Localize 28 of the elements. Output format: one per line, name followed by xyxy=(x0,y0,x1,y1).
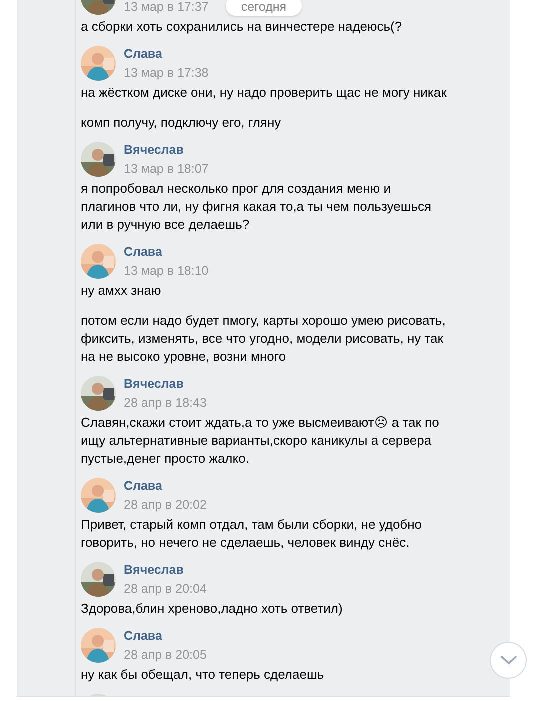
message-text: комп получу, подключу его, гляну xyxy=(81,114,282,132)
message-time: 28 апр в 20:02 xyxy=(124,497,207,514)
message-text: Привет, старый комп отдал, там были сборки, не удобно говорить, но нечего не сделаешь, человек винду снёс. xyxy=(81,516,424,552)
author-name[interactable]: Вячеслав xyxy=(124,562,207,578)
date-badge: сегодня xyxy=(226,0,302,16)
message-time: 28 апр в 20:05 xyxy=(124,647,207,664)
message-text: на жёстком диске они, ну надо проверить щас не могу никак xyxy=(81,84,447,102)
message-text: Славян,скажи стоит ждать,а то уже высмеивают☹ а так по ищу альтернативные варианты,скоро каникулы а сервера пустые,денег просто жалко. xyxy=(81,414,440,468)
message-time: 28 апр в 18:43 xyxy=(124,395,207,412)
message-time: 28 апр в 20:04 xyxy=(124,581,207,598)
author-name[interactable]: Вячеслав xyxy=(124,142,209,158)
message-time: 13 мар в 18:10 xyxy=(124,263,209,280)
message-text: а сборки хоть сохранились на винчестере надеюсь(? xyxy=(81,18,404,36)
message-time: 13 мар в 17:38 xyxy=(124,65,209,82)
message-text: Здорова,блин хреново,ладно хоть ответил) xyxy=(81,600,344,618)
chevron-down-icon xyxy=(500,656,516,665)
message-text: я попробовал несколько прог для создания меню и плагинов что ли, ну фигня какая то,а ты чем пользуешься или в ручную все делаешь? xyxy=(81,180,433,234)
author-name[interactable]: Слава xyxy=(124,628,207,644)
message-text: ну как бы обещал, что теперь сделаешь xyxy=(81,666,326,684)
author-name[interactable]: Вячеслав xyxy=(124,376,207,392)
message-text: потом если надо будет пмогу, карты хорошо умею рисовать, фиксить, изменять, все что угодно, модели рисовать, ну так на не высоко уровне, возни много xyxy=(81,312,447,366)
message-time: 13 мар в 18:07 xyxy=(124,161,209,178)
message-time: 13 мар в 17:37 xyxy=(124,0,209,16)
scroll-down-button[interactable] xyxy=(490,642,527,679)
message-text: ну амхх знаю xyxy=(81,282,162,300)
author-name[interactable]: Слава xyxy=(124,478,207,494)
author-name[interactable]: Слава xyxy=(124,244,209,260)
author-name[interactable]: Слава xyxy=(124,46,209,62)
